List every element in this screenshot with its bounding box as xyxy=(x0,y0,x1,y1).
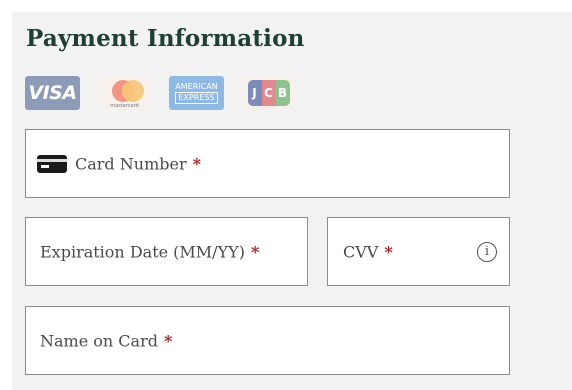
mastercard-circles-icon xyxy=(106,79,144,102)
info-icon[interactable]: i xyxy=(477,241,497,262)
required-asterisk: * xyxy=(163,331,173,350)
mastercard-logo: mastercard xyxy=(97,76,152,110)
name-on-card-label: Name on Card * xyxy=(40,331,172,350)
visa-logo: VISA xyxy=(25,76,80,110)
visa-logo-text: VISA xyxy=(28,82,77,104)
credit-card-icon xyxy=(37,154,67,173)
jcb-logo: J C B xyxy=(241,76,296,110)
cvv-field[interactable]: CVV * i xyxy=(327,217,510,286)
name-on-card-label-text: Name on Card xyxy=(40,331,158,350)
expiration-date-field[interactable]: Expiration Date (MM/YY) * xyxy=(25,217,308,286)
cvv-label-text: CVV xyxy=(343,242,379,261)
card-number-field[interactable]: Card Number * xyxy=(25,129,510,198)
cvv-label: CVV * xyxy=(343,242,393,261)
required-asterisk: * xyxy=(192,154,201,173)
required-asterisk: * xyxy=(250,242,260,261)
required-asterisk: * xyxy=(384,242,393,261)
section-title: Payment Information xyxy=(26,25,305,52)
jcb-letter-j: J xyxy=(247,80,262,106)
expiration-date-label: Expiration Date (MM/YY) * xyxy=(40,242,259,261)
mastercard-logo-text: mastercard xyxy=(110,102,139,109)
jcb-letter-c: C xyxy=(261,80,276,106)
payment-panel: Payment Information VISA mastercard AMER… xyxy=(12,12,572,390)
jcb-letter-b: B xyxy=(275,80,290,106)
card-number-label: Card Number * xyxy=(75,154,201,173)
amex-line1: AMERICAN xyxy=(175,82,218,91)
card-number-label-text: Card Number xyxy=(75,154,187,173)
amex-line2: EXPRESS xyxy=(175,92,218,104)
amex-logo: AMERICAN EXPRESS xyxy=(169,76,224,110)
expiration-date-label-text: Expiration Date (MM/YY) xyxy=(40,242,245,261)
name-on-card-field[interactable]: Name on Card * xyxy=(25,306,510,375)
